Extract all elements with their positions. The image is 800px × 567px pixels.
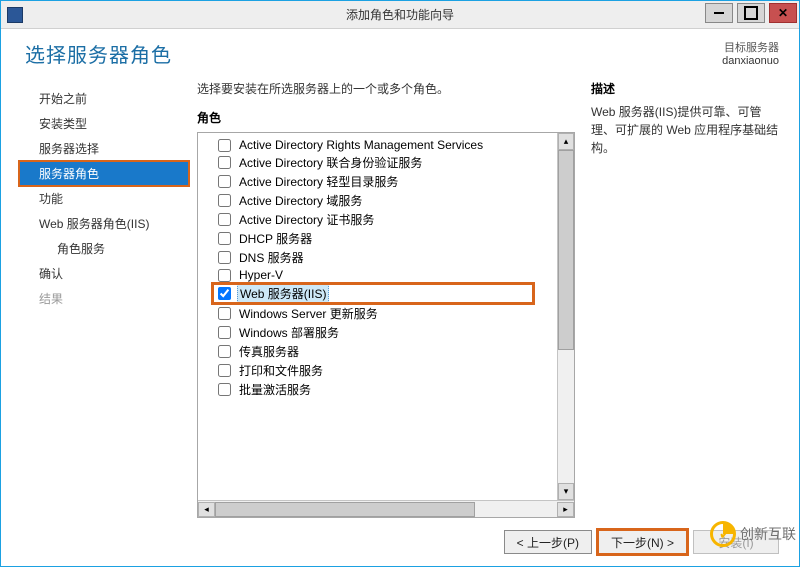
role-checkbox-3[interactable] <box>218 194 231 207</box>
description-column: 描述 Web 服务器(IIS)提供可靠、可管理、可扩展的 Web 应用程序基础结… <box>591 80 781 518</box>
scroll-right-icon[interactable]: ▸ <box>557 502 574 517</box>
window-title: 添加角色和功能向导 <box>1 6 799 23</box>
roles-heading: 角色 <box>197 109 575 126</box>
target-server-box: 目标服务器 danxiaonuo <box>722 39 779 67</box>
role-checkbox-4[interactable] <box>218 213 231 226</box>
app-icon <box>7 7 23 23</box>
header-row: 选择服务器角色 目标服务器 danxiaonuo <box>19 39 781 68</box>
role-checkbox-12[interactable] <box>218 364 231 377</box>
footer-buttons: < 上一步(P) 下一步(N) > 安装(I) <box>19 518 781 554</box>
content-area: 选择服务器角色 目标服务器 danxiaonuo 开始之前安装类型服务器选择服务… <box>1 29 799 566</box>
previous-button[interactable]: < 上一步(P) <box>504 530 592 554</box>
minimize-button[interactable] <box>705 3 733 23</box>
role-checkbox-11[interactable] <box>218 345 231 358</box>
next-button[interactable]: 下一步(N) > <box>598 530 687 554</box>
role-checkbox-6[interactable] <box>218 251 231 264</box>
sidebar-item-7[interactable]: 确认 <box>19 261 189 286</box>
role-label-10: Windows 部署服务 <box>239 326 339 340</box>
role-label-1: Active Directory 联合身份验证服务 <box>239 156 422 170</box>
role-row-13[interactable]: 批量激活服务 <box>198 380 574 399</box>
role-label-7: Hyper-V <box>239 268 283 282</box>
role-label-6: DNS 服务器 <box>239 251 304 265</box>
role-checkbox-7[interactable] <box>218 269 231 282</box>
titlebar[interactable]: 添加角色和功能向导 <box>1 1 799 29</box>
role-row-9[interactable]: Windows Server 更新服务 <box>198 304 574 323</box>
sidebar-item-3[interactable]: 服务器角色 <box>19 161 189 186</box>
scroll-left-icon[interactable]: ◂ <box>198 502 215 517</box>
role-checkbox-5[interactable] <box>218 232 231 245</box>
role-row-1[interactable]: Active Directory 联合身份验证服务 <box>198 153 574 172</box>
role-row-4[interactable]: Active Directory 证书服务 <box>198 210 574 229</box>
role-checkbox-13[interactable] <box>218 383 231 396</box>
sidebar-item-0[interactable]: 开始之前 <box>19 86 189 111</box>
wizard-sidebar: 开始之前安装类型服务器选择服务器角色功能Web 服务器角色(IIS)角色服务确认… <box>19 80 189 518</box>
scroll-down-icon[interactable]: ▾ <box>558 483 574 500</box>
role-label-11: 传真服务器 <box>239 345 299 359</box>
roles-list: Active Directory Rights Management Servi… <box>198 133 574 500</box>
role-row-7[interactable]: Hyper-V <box>198 267 574 283</box>
role-row-2[interactable]: Active Directory 轻型目录服务 <box>198 172 574 191</box>
description-text: Web 服务器(IIS)提供可靠、可管理、可扩展的 Web 应用程序基础结构。 <box>591 103 781 157</box>
sidebar-item-4[interactable]: 功能 <box>19 186 189 211</box>
vscroll-track[interactable] <box>558 150 574 483</box>
target-server-name: danxiaonuo <box>722 55 779 67</box>
role-checkbox-1[interactable] <box>218 156 231 169</box>
maximize-button[interactable] <box>737 3 765 23</box>
body-row: 开始之前安装类型服务器选择服务器角色功能Web 服务器角色(IIS)角色服务确认… <box>19 80 781 518</box>
description-heading: 描述 <box>591 80 781 97</box>
role-row-3[interactable]: Active Directory 域服务 <box>198 191 574 210</box>
horizontal-scrollbar[interactable]: ◂ ▸ <box>198 500 574 517</box>
role-checkbox-10[interactable] <box>218 326 231 339</box>
target-server-label: 目标服务器 <box>722 39 779 55</box>
wizard-window: 添加角色和功能向导 选择服务器角色 目标服务器 danxiaonuo 开始之前安… <box>0 0 800 567</box>
role-checkbox-2[interactable] <box>218 175 231 188</box>
role-label-12: 打印和文件服务 <box>239 364 323 378</box>
role-label-5: DHCP 服务器 <box>239 232 312 246</box>
close-button[interactable] <box>769 3 797 23</box>
hscroll-thumb[interactable] <box>215 502 475 517</box>
roles-column: 选择要安装在所选服务器上的一个或多个角色。 角色 Active Director… <box>197 80 575 518</box>
sidebar-item-8: 结果 <box>19 286 189 311</box>
page-title: 选择服务器角色 <box>25 39 172 68</box>
instruction-text: 选择要安装在所选服务器上的一个或多个角色。 <box>197 80 575 97</box>
roles-listbox[interactable]: Active Directory Rights Management Servi… <box>197 132 575 518</box>
role-label-4: Active Directory 证书服务 <box>239 213 374 227</box>
sidebar-item-5[interactable]: Web 服务器角色(IIS) <box>19 211 189 236</box>
vertical-scrollbar[interactable]: ▴ ▾ <box>557 133 574 500</box>
role-label-0: Active Directory Rights Management Servi… <box>239 138 483 152</box>
role-label-8: Web 服务器(IIS) <box>240 287 326 301</box>
window-controls <box>705 3 797 23</box>
role-checkbox-9[interactable] <box>218 307 231 320</box>
role-checkbox-8[interactable] <box>218 287 231 300</box>
role-row-8[interactable]: Web 服务器(IIS) <box>212 283 534 304</box>
main-panel: 选择要安装在所选服务器上的一个或多个角色。 角色 Active Director… <box>197 80 781 518</box>
role-row-11[interactable]: 传真服务器 <box>198 342 574 361</box>
role-label-2: Active Directory 轻型目录服务 <box>239 175 398 189</box>
role-row-10[interactable]: Windows 部署服务 <box>198 323 574 342</box>
role-row-0[interactable]: Active Directory Rights Management Servi… <box>198 137 574 153</box>
vscroll-thumb[interactable] <box>558 150 574 350</box>
sidebar-item-1[interactable]: 安装类型 <box>19 111 189 136</box>
role-row-6[interactable]: DNS 服务器 <box>198 248 574 267</box>
role-label-3: Active Directory 域服务 <box>239 194 362 208</box>
scroll-up-icon[interactable]: ▴ <box>558 133 574 150</box>
role-checkbox-0[interactable] <box>218 139 231 152</box>
role-row-5[interactable]: DHCP 服务器 <box>198 229 574 248</box>
role-label-9: Windows Server 更新服务 <box>239 307 378 321</box>
role-label-13: 批量激活服务 <box>239 383 311 397</box>
sidebar-item-6[interactable]: 角色服务 <box>19 236 189 261</box>
hscroll-track[interactable] <box>215 502 557 517</box>
install-button[interactable]: 安装(I) <box>693 530 779 554</box>
role-row-12[interactable]: 打印和文件服务 <box>198 361 574 380</box>
sidebar-item-2[interactable]: 服务器选择 <box>19 136 189 161</box>
